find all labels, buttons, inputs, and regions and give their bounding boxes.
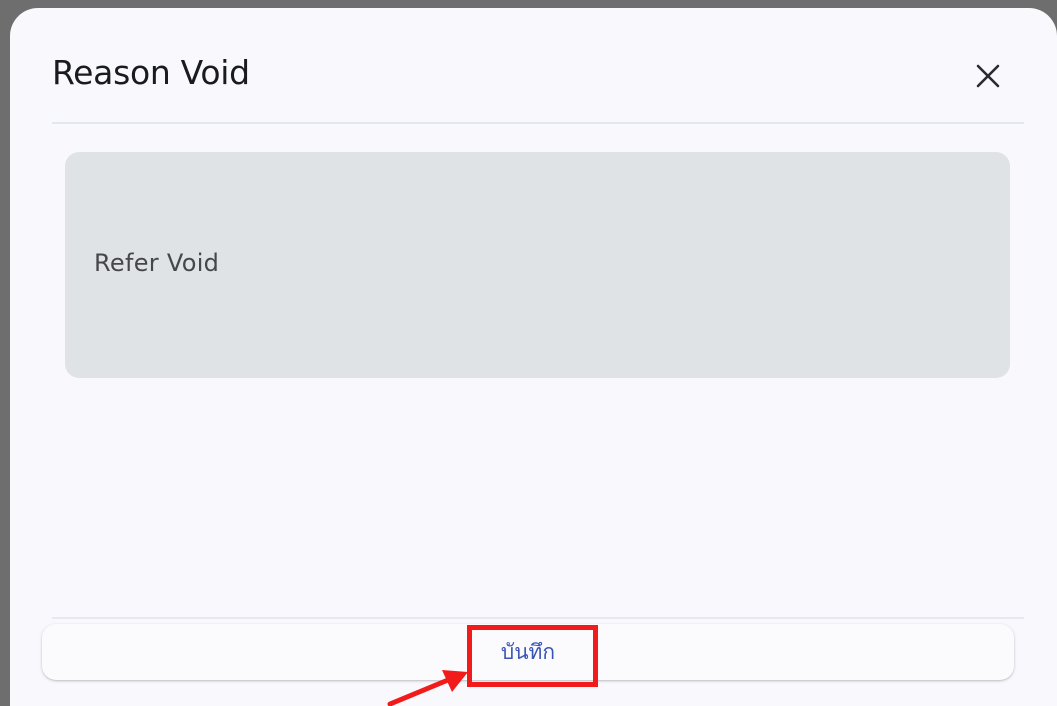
- reason-void-dialog: Reason Void Refer Void: [10, 8, 1057, 706]
- close-icon: [976, 64, 1000, 88]
- dialog-header: Reason Void: [10, 8, 1057, 123]
- close-button[interactable]: [962, 56, 1014, 96]
- save-button-label: บันทึก: [500, 640, 556, 664]
- reason-text: Refer Void: [94, 249, 220, 277]
- header-divider: [52, 122, 1024, 124]
- dialog-title: Reason Void: [52, 53, 250, 92]
- save-button[interactable]: บันทึก: [42, 624, 1014, 680]
- reason-card[interactable]: Refer Void: [65, 152, 1010, 378]
- footer-divider: [52, 617, 1024, 619]
